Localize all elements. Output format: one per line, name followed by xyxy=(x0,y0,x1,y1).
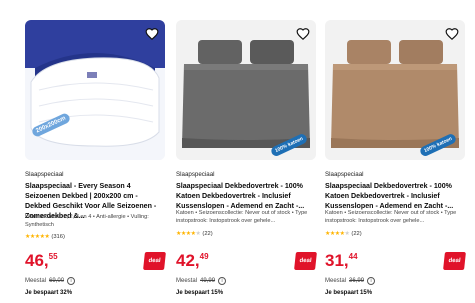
star-rating-icon: ★★★★★ xyxy=(25,234,50,240)
savings-label: Je bespaart 32% xyxy=(25,290,73,296)
regular-price: Meestal 36,99 i xyxy=(325,277,376,285)
product-grid: 200x200cm Slaapspeciaal Slaapspeciaal - … xyxy=(0,0,475,303)
product-specs: Katoen • Seizoenscollectie: Never out of… xyxy=(176,210,308,225)
price: 46,55 xyxy=(25,251,58,270)
star-rating-icon: ★★★★★ xyxy=(176,231,201,237)
regular-price: Meestal 69,00 i xyxy=(25,277,76,285)
info-icon[interactable]: i xyxy=(218,277,227,285)
heart-icon[interactable] xyxy=(296,27,310,41)
info-icon[interactable]: i xyxy=(67,277,76,285)
product-image[interactable]: 200x200cm xyxy=(25,20,165,160)
price: 42,49 xyxy=(176,251,209,270)
product-title[interactable]: Slaapspeciaal Dekbedovertrek - 100% Kato… xyxy=(176,181,316,211)
product-image[interactable]: 100% katoen xyxy=(176,20,316,160)
review-count[interactable]: (22) xyxy=(202,231,212,237)
star-rating-icon: ★★★★★ xyxy=(325,231,350,237)
product-card[interactable]: 100% katoen Slaapspeciaal Slaapspeciaal … xyxy=(176,0,317,303)
regular-price: Meestal 49,99 i xyxy=(176,277,227,285)
product-card[interactable]: 200x200cm Slaapspeciaal Slaapspeciaal - … xyxy=(25,0,166,303)
info-icon[interactable]: i xyxy=(367,277,376,285)
product-specs: Katoen • Seizoenscollectie: Never out of… xyxy=(325,210,457,225)
seller-name[interactable]: Slaapspeciaal xyxy=(25,171,64,178)
deal-badge: deal xyxy=(294,252,317,270)
duvet-image xyxy=(25,20,165,160)
heart-icon[interactable] xyxy=(145,27,159,41)
product-title[interactable]: Slaapspeciaal Dekbedovertrek - 100% Kato… xyxy=(325,181,465,211)
rating: ★★★★★ (22) xyxy=(325,230,362,238)
deal-badge: deal xyxy=(143,252,166,270)
price: 31,44 xyxy=(325,251,358,270)
rating: ★★★★★ (22) xyxy=(176,230,213,238)
review-count[interactable]: (22) xyxy=(351,231,361,237)
rating: ★★★★★ (316) xyxy=(25,233,65,241)
seller-name[interactable]: Slaapspeciaal xyxy=(325,171,364,178)
product-card[interactable]: 100% katoen Slaapspeciaal Slaapspeciaal … xyxy=(325,0,466,303)
review-count[interactable]: (316) xyxy=(51,234,65,240)
product-image[interactable]: 100% katoen xyxy=(325,20,465,160)
product-specs: Warmteklasse: 1, 2, 3 en 4 • Anti-allerg… xyxy=(25,214,149,229)
seller-name[interactable]: Slaapspeciaal xyxy=(176,171,215,178)
heart-icon[interactable] xyxy=(445,27,459,41)
savings-label: Je bespaart 15% xyxy=(176,290,224,296)
savings-label: Je bespaart 15% xyxy=(325,290,373,296)
deal-badge: deal xyxy=(443,252,466,270)
